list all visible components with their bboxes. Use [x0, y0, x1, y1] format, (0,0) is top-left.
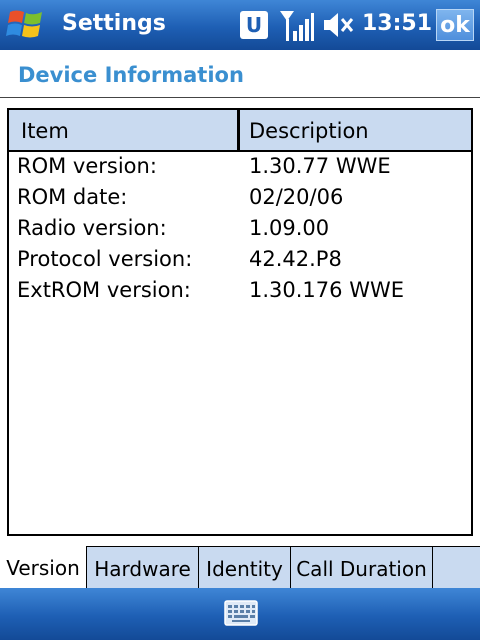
device-info-list[interactable]: Item Description ROM version: 1.30.77 WW… — [7, 108, 473, 536]
item-value: 42.42.P8 — [249, 247, 342, 271]
title-bar: Settings U 13:51 ok — [0, 0, 480, 50]
list-item[interactable]: ROM date: 02/20/06 — [9, 183, 471, 214]
item-value: 1.09.00 — [249, 216, 330, 240]
page-title: Device Information — [18, 63, 244, 87]
windows-flag-icon[interactable] — [6, 6, 46, 44]
list-item[interactable]: ROM version: 1.30.77 WWE — [9, 152, 471, 183]
item-label: Protocol version: — [17, 247, 193, 271]
signal-strength-icon[interactable] — [278, 9, 314, 43]
tab-hardware[interactable]: Hardware — [87, 547, 199, 589]
column-separator[interactable] — [237, 110, 240, 150]
item-value: 1.30.77 WWE — [249, 154, 391, 178]
list-item[interactable]: ExtROM version: 1.30.176 WWE — [9, 276, 471, 307]
ok-button[interactable]: ok — [436, 9, 474, 41]
list-rows: ROM version: 1.30.77 WWE ROM date: 02/20… — [9, 152, 471, 307]
item-value: 1.30.176 WWE — [249, 278, 404, 302]
list-header: Item Description — [9, 110, 471, 152]
tab-call-duration[interactable]: Call Duration — [291, 547, 433, 589]
list-item[interactable]: Protocol version: 42.42.P8 — [9, 245, 471, 276]
column-header-description[interactable]: Description — [249, 110, 369, 150]
item-value: 02/20/06 — [249, 185, 344, 209]
tab-identity[interactable]: Identity — [199, 547, 291, 589]
app-title: Settings — [62, 11, 166, 36]
speaker-muted-icon[interactable] — [322, 10, 354, 40]
menu-bar — [0, 588, 480, 640]
tab-version[interactable]: Version — [0, 546, 87, 589]
u-badge-icon[interactable]: U — [240, 11, 268, 39]
list-item[interactable]: Radio version: 1.09.00 — [9, 214, 471, 245]
title-divider — [0, 97, 480, 98]
item-label: ROM date: — [17, 185, 128, 209]
clock-time[interactable]: 13:51 — [362, 11, 432, 36]
column-header-item[interactable]: Item — [21, 110, 69, 150]
item-label: Radio version: — [17, 216, 167, 240]
keyboard-icon[interactable] — [224, 600, 258, 626]
item-label: ROM version: — [17, 154, 157, 178]
tab-strip: Version Hardware Identity Call Duration — [0, 546, 480, 589]
item-label: ExtROM version: — [17, 278, 191, 302]
